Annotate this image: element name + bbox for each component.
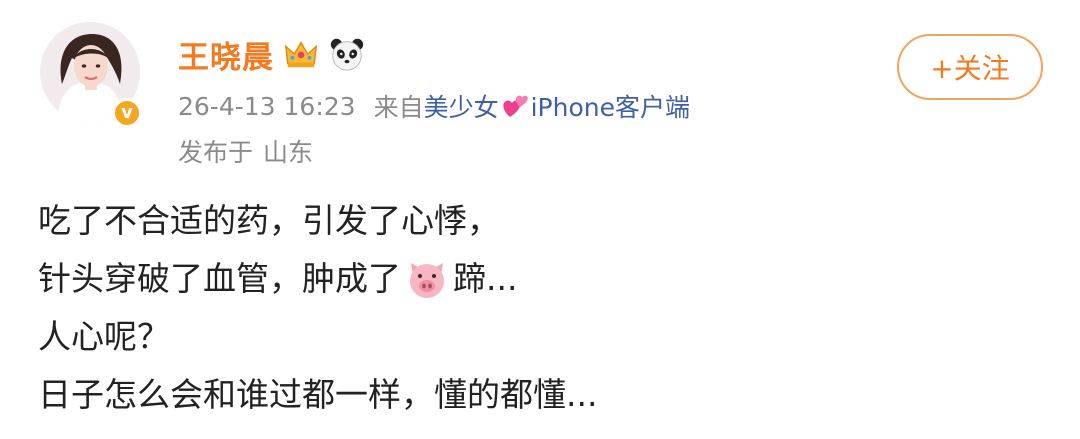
post-line: 人心呢？ xyxy=(38,317,170,356)
post-line: 针头穿破了血管，肿成了 蹄... xyxy=(38,250,1038,308)
pig-face-emoji-icon xyxy=(410,263,444,298)
post-content: 吃了不合适的药，引发了心悸， 针头穿破了血管，肿成了 蹄... 人心呢？ 日子怎… xyxy=(38,192,1038,424)
panda-emoji-icon xyxy=(330,38,364,71)
post-timestamp[interactable]: 26-4-13 16:23 xyxy=(178,92,356,121)
pink-hearts-emoji-icon xyxy=(502,95,528,117)
source-name[interactable]: 美少女 xyxy=(424,88,499,124)
follow-button[interactable]: +关注 xyxy=(897,34,1043,100)
post-line: 日子怎么会和谁过都一样，懂的都懂... xyxy=(38,375,598,414)
post-meta: 26-4-13 16:23 来自 美少女 iPhone客户端 xyxy=(178,86,690,126)
source-prefix: 来自 xyxy=(373,93,424,122)
post-text: 蹄... xyxy=(453,259,518,298)
crown-emoji-icon xyxy=(284,41,318,68)
post-location: 发布于 山东 xyxy=(178,132,313,170)
post-line: 吃了不合适的药，引发了心悸， xyxy=(38,201,500,240)
username[interactable]: 王晓晨 xyxy=(178,32,274,77)
author-row: 王晓晨 xyxy=(178,32,366,76)
location-prefix: 发布于 xyxy=(178,138,254,167)
verified-badge-icon: v xyxy=(112,98,142,128)
location-name: 山东 xyxy=(263,138,314,167)
post-text: 针头穿破了血管，肿成了 xyxy=(38,259,401,298)
source-client[interactable]: iPhone客户端 xyxy=(531,88,690,124)
